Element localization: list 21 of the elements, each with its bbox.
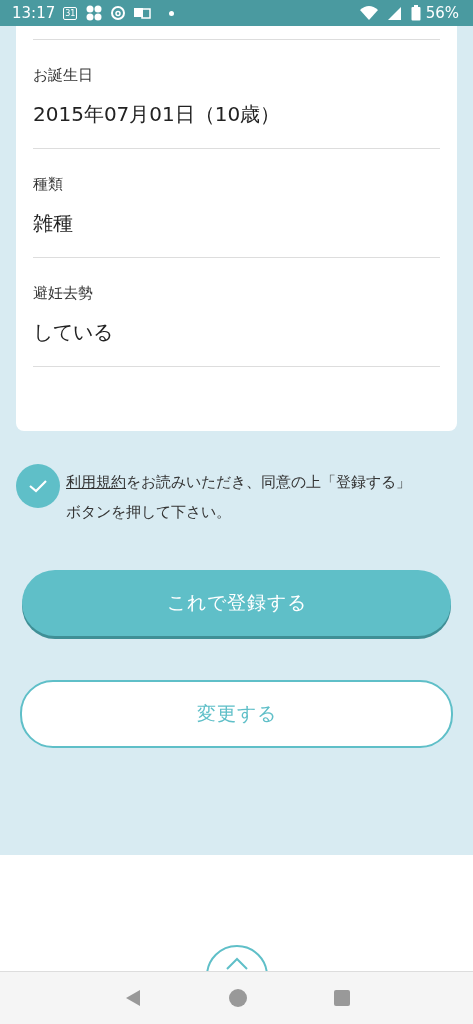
clock: 13:17 [12, 4, 56, 22]
field-value: している [33, 319, 114, 346]
recents-icon[interactable] [333, 990, 350, 1006]
field-label: お誕生日 [33, 65, 94, 86]
field-value: 2015年07月01日（10歳） [33, 101, 282, 128]
wifi-icon [358, 5, 379, 21]
battery-icon [410, 5, 421, 21]
battery-level: 56% [425, 4, 459, 22]
signal-icon [386, 5, 403, 21]
field-label: 避妊去勢 [33, 283, 94, 304]
register-button[interactable]: これで登録する [22, 570, 451, 636]
home-icon[interactable] [228, 989, 247, 1007]
agreement-text: 利用規約をお読みいただき、同意の上「登録する」ボタンを押して下さい。 [66, 472, 412, 523]
checkmark-icon [28, 479, 48, 493]
field-value: 雑種 [33, 210, 74, 237]
calendar-icon: 31 [63, 6, 78, 20]
change-button[interactable]: 変更する [20, 680, 453, 748]
field-label: 種類 [33, 174, 64, 195]
checkbox[interactable] [16, 464, 60, 508]
notification-dot-icon [169, 10, 175, 16]
terms-link[interactable]: 利用規約 [66, 473, 126, 491]
